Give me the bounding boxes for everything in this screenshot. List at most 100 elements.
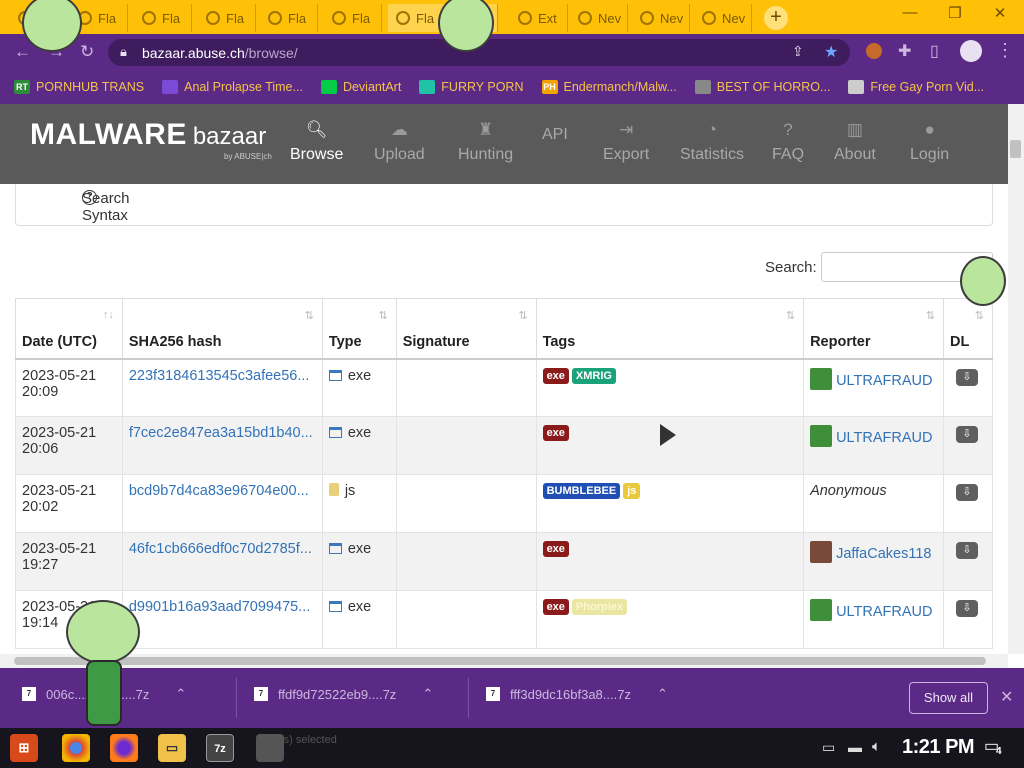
malware-bazaar-logo[interactable]: MALWARE bazaar by ABUSE|ch [30,118,272,161]
browser-tab[interactable]: Fla [324,4,382,32]
minimize-button[interactable]: — [890,4,930,28]
browser-tab[interactable]: Fla [134,4,192,32]
sidebar-icon[interactable]: ▯ [930,41,939,61]
sort-icon[interactable]: ⇅ [786,309,795,322]
volume-icon[interactable]: 🔈︎ [872,738,881,755]
download-cloud-icon[interactable]: ⇩ [955,426,978,443]
share-icon[interactable]: ⇪ [792,43,804,60]
bookmark-item[interactable]: PH Endermanch/Malw... [541,80,677,94]
tag-badge[interactable]: exe [542,367,569,384]
sort-icon[interactable]: ⇅ [975,309,984,322]
vertical-scrollbar[interactable] [1008,104,1024,654]
reporter-link[interactable]: ULTRAFRAUD [810,599,932,621]
sort-icon[interactable]: ⇅ [518,309,527,322]
sort-icon[interactable]: ⇅ [305,309,314,322]
file-explorer-icon[interactable]: ▭ [158,734,186,762]
nav-faq[interactable]: ? FAQ [772,120,804,164]
reporter-cell: ULTRAFRAUD [803,590,944,649]
tag-badge[interactable]: exe [542,541,569,557]
column-header[interactable]: Tags ⇅ [535,298,805,360]
nav-upload[interactable]: ☁ Upload [374,120,425,164]
tag-badge[interactable]: XMRIG [571,367,616,384]
column-header[interactable]: Type ⇅ [321,298,397,360]
horizontal-scroll-thumb[interactable] [14,657,986,665]
nav-about[interactable]: ▥ About [834,120,876,164]
browser-tab[interactable]: Nev [694,4,752,32]
nav-hunting[interactable]: ♜ Hunting [458,120,513,164]
download-item[interactable]: 7 fff3d9dc16bf3a8....7z ⌃ [486,686,668,702]
show-all-downloads-button[interactable]: Show all [909,682,988,714]
puzzle-icon[interactable]: ✚ [898,41,911,61]
tag-badge[interactable]: Phorpiex [571,599,627,615]
sha256-link[interactable]: d9901b16a93aad7099475... [129,599,310,615]
horizontal-scrollbar[interactable] [0,654,1008,668]
nav-export[interactable]: ⇥ Export [603,120,649,164]
vertical-scroll-thumb[interactable] [1010,140,1021,158]
sort-icon[interactable]: ⇅ [926,309,935,322]
close-downloads-bar-icon[interactable]: ✕ [1000,687,1013,707]
sort-icon[interactable]: ↑↓ [103,309,114,321]
tag-badge[interactable]: js [623,483,641,499]
sha256-link[interactable]: 223f3184613545c3afee56... [129,368,310,384]
firefox-taskbar-icon[interactable] [110,734,138,762]
network-icon[interactable]: ▭ [822,739,835,756]
bookmark-star-icon[interactable]: ★ [824,42,838,62]
7zip-taskbar-icon[interactable]: 7z [206,734,234,762]
bookmark-item[interactable]: Anal Prolapse Time... [162,80,303,94]
reporter-link[interactable]: ULTRAFRAUD [810,367,932,390]
chevron-up-icon[interactable]: ⌃ [657,686,668,702]
restore-button[interactable]: ❐ [935,4,975,28]
sha256-link[interactable]: 46fc1cb666edf0c70d2785f... [129,541,312,557]
close-window-button[interactable]: ✕ [980,4,1020,28]
nav-browse[interactable]: 🔍︎ Browse [290,120,343,164]
nav-api[interactable]: API [542,120,568,144]
bookmark-favicon-icon [848,80,865,94]
tag-badge[interactable]: BUMBLEBEE [542,483,621,499]
menu-kebab-icon[interactable]: ⋮ [996,40,1014,61]
browser-tab[interactable]: Nev [632,4,690,32]
nav-login[interactable]: ● Login [910,120,949,164]
column-header[interactable]: SHA256 hash ⇅ [121,298,323,360]
column-header[interactable]: Date (UTC) ↑↓ [15,298,123,360]
browser-tab[interactable]: Fla [198,4,256,32]
chevron-up-icon[interactable]: ⌃ [422,686,433,702]
sha256-link[interactable]: f7cec2e847ea3a15bd1b40... [129,425,313,441]
download-cloud-icon[interactable]: ⇩ [955,542,978,559]
clock[interactable]: 1:21 PM [902,736,975,759]
bookmark-item[interactable]: FURRY PORN [419,80,524,94]
download-item[interactable]: 7 ffdf9d72522eb9....7z ⌃ [254,686,433,702]
column-header[interactable]: Reporter ⇅ [803,298,944,360]
reporter-avatar [810,367,833,390]
profile-avatar-icon[interactable] [960,40,982,62]
download-cloud-icon[interactable]: ⇩ [955,600,978,617]
bookmark-item[interactable]: BEST OF HORRO... [694,80,830,94]
profile-extension-icon[interactable] [866,43,882,59]
chevron-up-icon[interactable]: ⌃ [175,686,186,702]
download-cloud-icon[interactable]: ⇩ [955,484,978,501]
column-header[interactable]: Signature ⇅ [395,298,537,360]
browser-tab[interactable]: Nev [570,4,628,32]
tab-favicon-icon [268,11,282,25]
bookmark-item[interactable]: RT PORNHUB TRANS [14,80,144,94]
dl-cell: ⇩ [942,358,994,417]
start-button[interactable]: ⊞ [10,734,38,762]
tag-badge[interactable]: exe [542,599,569,615]
sort-icon[interactable]: ⇅ [379,309,388,322]
new-tab-button[interactable]: + [764,6,788,30]
reporter-link[interactable]: JaffaCakes118 [810,541,931,563]
reporter-link[interactable]: ULTRAFRAUD [810,425,932,447]
nav-statistics[interactable]: ◔ Statistics [680,120,744,164]
bookmark-item[interactable]: DeviantArt [320,80,401,94]
bookmark-item[interactable]: Free Gay Porn Vid... [848,80,984,94]
sha256-link[interactable]: bcd9b7d4ca83e96704e00... [129,483,309,499]
battery-icon[interactable]: ▬ [848,739,862,755]
browser-tab[interactable]: Fla [260,4,318,32]
column-header[interactable]: DL ⇅ [942,298,994,360]
download-cloud-icon[interactable]: ⇩ [955,368,978,386]
browser-tab[interactable]: Ext [510,4,568,32]
date-cell: 2023-05-21 20:09 [15,358,123,417]
chrome-taskbar-icon[interactable] [62,734,90,762]
reload-button[interactable]: ↻ [80,42,94,62]
back-button[interactable]: ← [14,42,31,62]
tag-badge[interactable]: exe [542,425,569,441]
